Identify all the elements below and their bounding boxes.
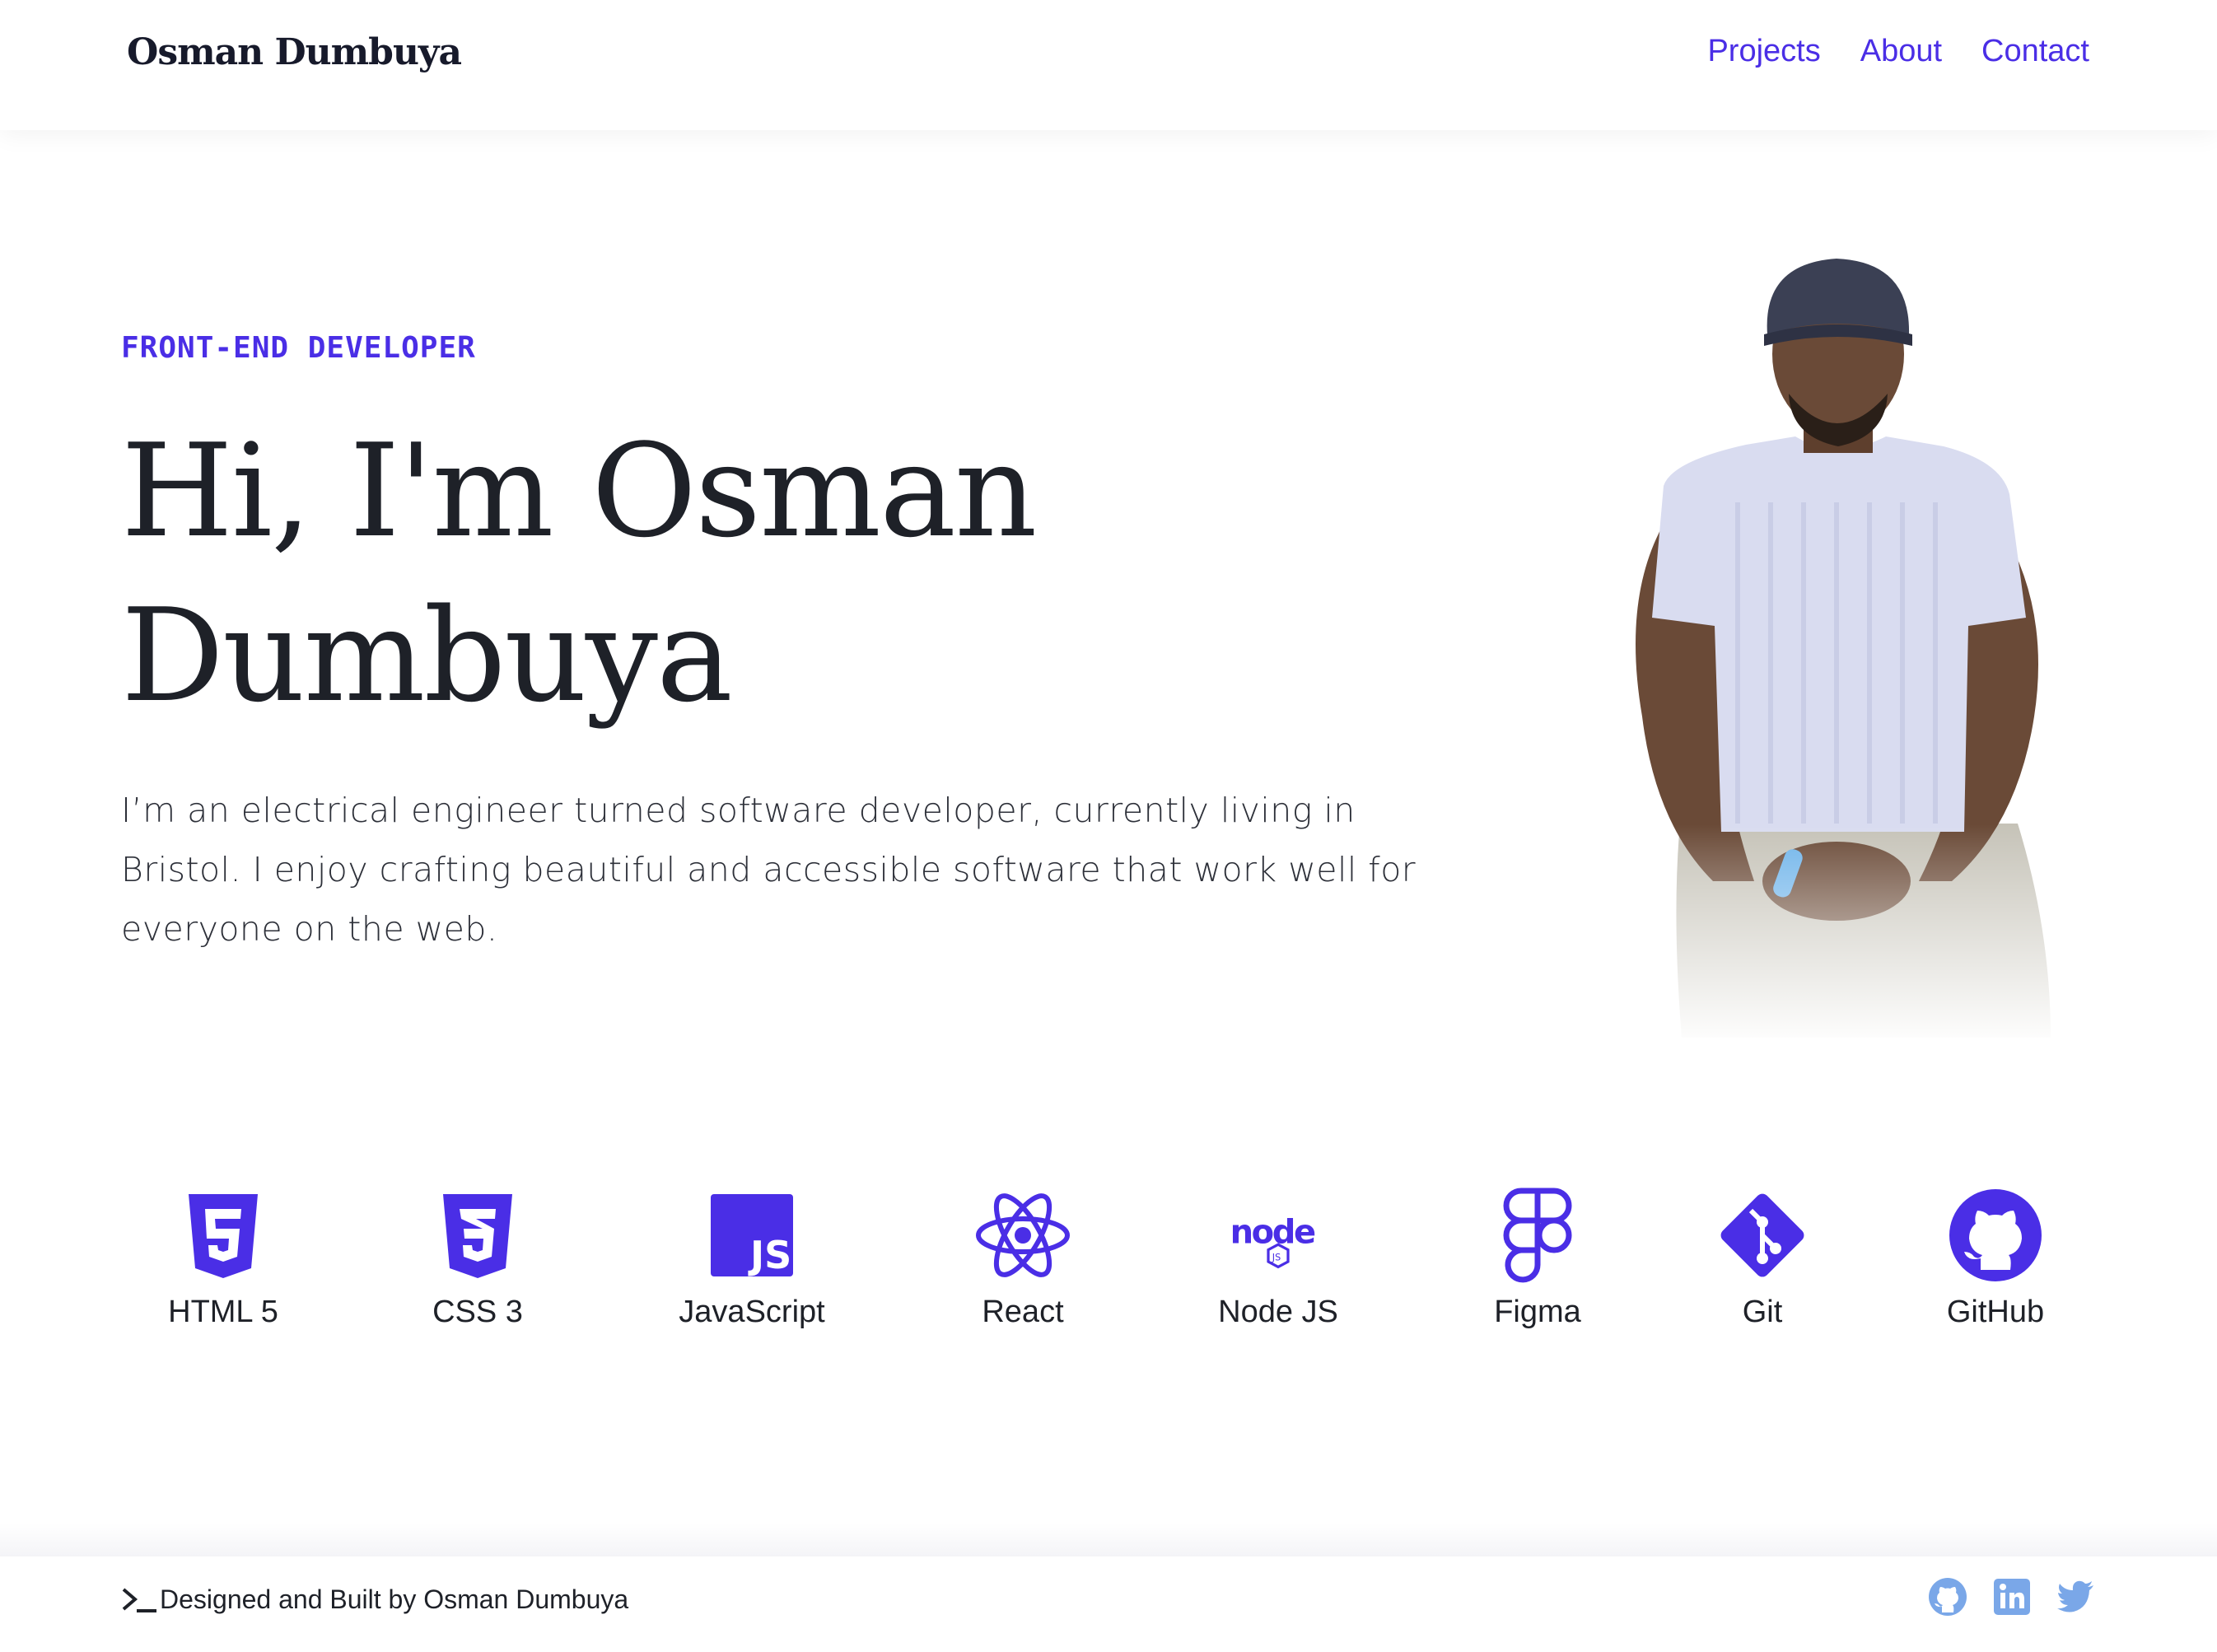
html5-icon — [124, 1186, 322, 1285]
footer-divider — [0, 1524, 2217, 1556]
javascript-icon: JS — [653, 1186, 851, 1285]
skill-label: GitHub — [1946, 1295, 2045, 1329]
main-nav: Projects About Contact — [1707, 28, 2089, 74]
site-footer: Designed and Built by Osman Dumbuya — [0, 1556, 2217, 1652]
skill-label: CSS 3 — [432, 1295, 523, 1329]
git-icon — [1664, 1186, 1861, 1285]
hero-intro: I’m an electrical engineer turned softwa… — [121, 791, 1417, 949]
skill-github: GitHub — [1897, 1186, 2094, 1330]
skill-label: Node JS — [1218, 1295, 1338, 1329]
skill-nodejs: node JS Node JS — [1179, 1186, 1377, 1330]
nav-link-contact[interactable]: Contact — [1981, 28, 2089, 74]
skill-react: React — [924, 1186, 1122, 1330]
skill-label: React — [982, 1295, 1064, 1329]
react-icon — [924, 1186, 1122, 1285]
skill-css3: CSS 3 — [379, 1186, 576, 1330]
github-icon — [1897, 1186, 2094, 1285]
skills-strip: HTML 5 CSS 3 JS JavaScript React node JS… — [0, 1186, 2217, 1375]
skill-label: Figma — [1494, 1295, 1581, 1329]
css3-icon — [379, 1186, 576, 1285]
svg-text:node: node — [1230, 1214, 1315, 1252]
skill-label: Git — [1742, 1295, 1783, 1329]
linkedin-icon — [1994, 1579, 2030, 1615]
hero-title-line-1: Hi, I'm Osman — [121, 416, 1037, 566]
skill-figma: Figma — [1439, 1186, 1636, 1330]
hero-title: Hi, I'm Osman Dumbuya — [121, 408, 1192, 738]
skill-label: JavaScript — [679, 1295, 825, 1329]
hero-title-line-2: Dumbuya — [121, 581, 733, 730]
nav-link-about[interactable]: About — [1860, 28, 1942, 74]
skill-label: HTML 5 — [168, 1295, 278, 1329]
github-link[interactable] — [1927, 1576, 1968, 1617]
svg-text:JS: JS — [748, 1233, 791, 1277]
nodejs-icon: node JS — [1179, 1186, 1377, 1285]
social-links — [1927, 1576, 2097, 1617]
terminal-prompt-icon — [122, 1587, 156, 1612]
github-icon — [1929, 1578, 1967, 1616]
figma-icon — [1439, 1186, 1636, 1285]
footer-credit-text: Designed and Built by Osman Dumbuya — [160, 1584, 629, 1614]
nav-link-projects[interactable]: Projects — [1707, 28, 1820, 74]
svg-text:JS: JS — [1272, 1252, 1281, 1262]
footer-credit: Designed and Built by Osman Dumbuya — [120, 1584, 628, 1615]
skill-html5: HTML 5 — [124, 1186, 322, 1330]
site-logo[interactable]: Osman Dumbuya — [127, 23, 462, 82]
linkedin-link[interactable] — [1991, 1576, 2033, 1617]
portrait-photo — [1589, 255, 2100, 1046]
skill-javascript: JS JavaScript — [653, 1186, 851, 1330]
skill-git: Git — [1664, 1186, 1861, 1330]
twitter-link[interactable] — [2056, 1576, 2097, 1617]
twitter-icon — [2057, 1580, 2093, 1612]
site-header: Osman Dumbuya Projects About Contact — [0, 0, 2217, 130]
role-eyebrow: FRONT-END DEVELOPER — [121, 331, 476, 365]
